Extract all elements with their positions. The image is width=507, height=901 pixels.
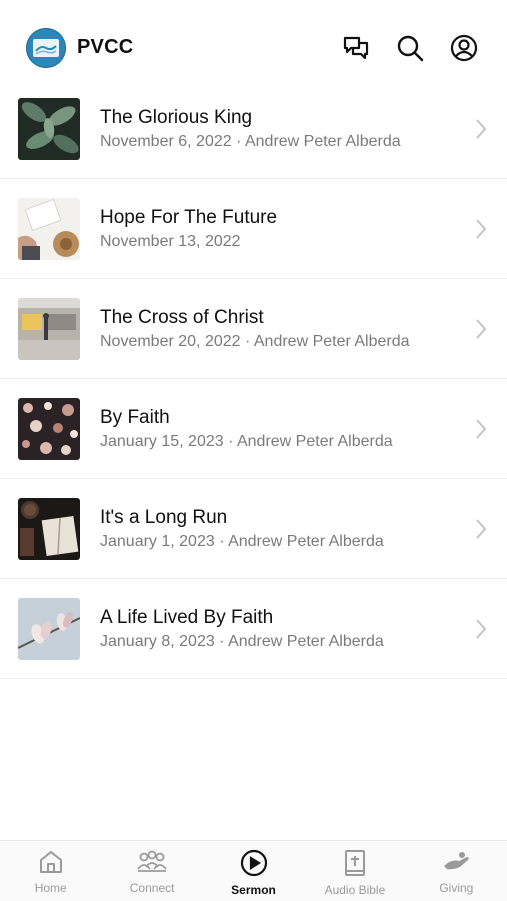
sermon-title: By Faith	[100, 406, 170, 428]
tab-home[interactable]: Home	[0, 841, 101, 901]
sermon-meta: January 1, 2023 · Andrew Peter Alberda	[100, 532, 384, 550]
sermon-meta: November 20, 2022 · Andrew Peter Alberda	[100, 332, 410, 350]
hand-icon	[444, 852, 470, 870]
flowers-thumbnail	[18, 397, 80, 460]
chat-button[interactable]	[339, 31, 373, 65]
chat-icon	[343, 36, 369, 59]
sermon-list: The Glorious King November 6, 2022 · And…	[0, 79, 507, 679]
magnolia-thumbnail	[18, 597, 80, 660]
sermon-row[interactable]: It's a Long Run January 1, 2023 · Andrew…	[0, 479, 507, 579]
tab-connect[interactable]: Connect	[101, 841, 202, 901]
tab-label: Connect	[129, 881, 175, 895]
tab-audio-bible[interactable]: Audio Bible	[304, 841, 405, 901]
sermon-row[interactable]: Hope For The Future November 13, 2022	[0, 179, 507, 279]
chevron-right-icon	[476, 318, 487, 339]
tab-label: Home	[34, 881, 67, 895]
sermon-title: It's a Long Run	[100, 506, 228, 528]
sermon-meta: November 6, 2022 · Andrew Peter Alberda	[100, 132, 401, 150]
leaves-thumbnail	[18, 97, 80, 160]
sermon-meta: January 8, 2023 · Andrew Peter Alberda	[100, 632, 384, 650]
tab-label: Sermon	[231, 883, 276, 897]
chevron-right-icon	[476, 218, 487, 239]
train-thumbnail	[18, 297, 80, 360]
tab-sermon[interactable]: Sermon	[203, 841, 304, 901]
bible-icon	[344, 850, 365, 876]
hat-bible-thumbnail	[18, 197, 80, 260]
tab-giving[interactable]: Giving	[406, 841, 507, 901]
profile-button[interactable]	[447, 31, 481, 65]
sermon-meta: November 13, 2022	[100, 232, 241, 250]
sermon-row[interactable]: The Glorious King November 6, 2022 · And…	[0, 79, 507, 179]
profile-icon	[450, 34, 478, 61]
sermon-title: A Life Lived By Faith	[100, 606, 274, 628]
home-icon	[39, 851, 62, 873]
sermon-row[interactable]: A Life Lived By Faith January 8, 2023 · …	[0, 579, 507, 679]
sermon-meta: January 15, 2023 · Andrew Peter Alberda	[100, 432, 393, 450]
search-icon	[397, 35, 424, 61]
sermon-row[interactable]: By Faith January 15, 2023 · Andrew Peter…	[0, 379, 507, 479]
tab-label: Giving	[439, 881, 474, 895]
chevron-right-icon	[476, 618, 487, 639]
chevron-right-icon	[476, 118, 487, 139]
chevron-right-icon	[476, 518, 487, 539]
search-button[interactable]	[393, 31, 427, 65]
play-circle-icon	[240, 849, 267, 877]
sermon-title: Hope For The Future	[100, 206, 278, 228]
sermon-row[interactable]: The Cross of Christ November 20, 2022 · …	[0, 279, 507, 379]
church-logo[interactable]	[26, 27, 66, 68]
bottom-tab-bar: Home Connect Sermon Audio Bible Giving	[0, 840, 507, 901]
sermon-title: The Glorious King	[100, 106, 253, 128]
sermon-title: The Cross of Christ	[100, 306, 264, 328]
chevron-right-icon	[476, 418, 487, 439]
tab-label: Audio Bible	[324, 883, 386, 897]
coffee-bible-thumbnail	[18, 497, 80, 560]
app-name: PVCC	[77, 36, 134, 58]
people-icon	[137, 850, 167, 872]
